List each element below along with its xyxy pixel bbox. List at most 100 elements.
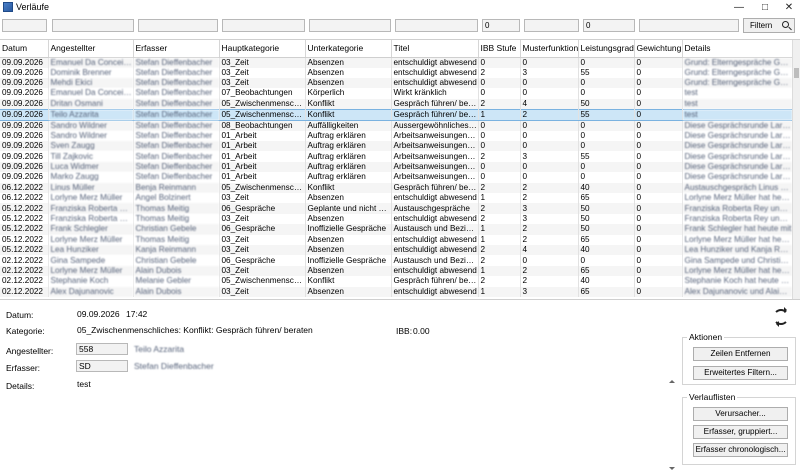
filter-button[interactable]: Filtern (743, 18, 795, 33)
table-cell: Teilo Azzarita (48, 108, 134, 121)
filter-hauptkategorie[interactable] (222, 19, 305, 32)
table-row[interactable]: 05.12.2022 Lea Hunziker Kanja Reinmann 03_Z… (0, 244, 793, 256)
table-cell: Thomas Meitig (133, 213, 220, 225)
table-cell: 0 (634, 130, 683, 142)
history-table: Datum Angestellter Erfasser Hauptkategorie U… (0, 40, 793, 297)
filter-datum[interactable] (2, 19, 47, 32)
filter-titel[interactable] (395, 19, 478, 32)
table-cell: test (682, 88, 793, 99)
table-row[interactable]: 09.09.2026 Till Zajkovic Stefan Dieffenbac… (0, 151, 793, 162)
table-row[interactable]: 09.09.2026 Luca Widmer Stefan Dieffenbache… (0, 161, 793, 173)
column-header[interactable]: Titel (391, 40, 479, 58)
column-header[interactable]: IBB Stufe (478, 40, 521, 58)
table-row[interactable]: 09.09.2026 Sven Zaugg Stefan Dieffenbacher… (0, 141, 793, 152)
table-row[interactable]: 05.12.2022 Frank Schlegler Christian Gebel… (0, 224, 793, 235)
column-header[interactable]: Hauptkategorie (219, 40, 306, 58)
table-cell: 0 (634, 224, 683, 235)
table-row[interactable]: 09.09.2026 Mehdi Ekici Stefan Dieffenbache… (0, 77, 793, 89)
table-cell: 40 (578, 244, 635, 256)
details-scrollbar[interactable] (668, 377, 675, 473)
filter-leistungsgrad[interactable]: 0 (583, 19, 635, 32)
table-cell: 03_Zeit (219, 57, 306, 68)
table-cell: 0 (520, 130, 579, 142)
table-cell: test (682, 108, 793, 121)
table-cell: test (682, 98, 793, 110)
details-value[interactable]: test (77, 379, 91, 389)
table-row[interactable]: 06.12.2022 Linus Müller Benja Reinmann 05_Z… (0, 182, 793, 194)
table-cell: 06_Gespräche (219, 255, 306, 266)
scrollbar-thumb[interactable] (794, 68, 799, 78)
table-cell: Grund: Elterngespräche Gemeinsame (682, 67, 793, 78)
filter-musterfunktion[interactable] (524, 19, 579, 32)
table-cell: Stefan Dieffenbacher (133, 130, 220, 142)
column-header[interactable]: Datum (0, 40, 49, 58)
table-cell: 2 (478, 276, 521, 287)
angestellter-id-field[interactable]: 558 (76, 343, 128, 355)
column-header[interactable]: Gewichtung (634, 40, 683, 58)
erfasser-chrono-button[interactable]: Erfasser chronologisch... (693, 443, 788, 457)
table-row[interactable]: 09.09.2026 Dominik Brenner Stefan Dieffenb… (0, 67, 793, 78)
verursacher-button[interactable]: Verursacher... (693, 407, 788, 421)
filter-gewichtung[interactable] (639, 19, 739, 32)
table-cell: 0 (634, 161, 683, 173)
close-icon[interactable]: ✕ (778, 0, 800, 15)
column-header[interactable]: Details (682, 40, 793, 58)
table-cell: 09.09.2026 (0, 120, 49, 131)
filter-angestellter[interactable] (52, 19, 134, 32)
delete-rows-button[interactable]: Zeilen Entfernen (693, 347, 788, 361)
maximize-icon[interactable]: □ (754, 0, 776, 15)
table-cell: 0 (578, 172, 635, 183)
table-cell: 03_Zeit (219, 77, 306, 89)
filter-erfasser[interactable] (138, 19, 218, 32)
column-header[interactable]: Angestellter (48, 40, 134, 58)
erfasser-id-field[interactable]: SD (76, 360, 128, 372)
filter-ibb-stufe[interactable]: 0 (482, 19, 520, 32)
history-grid[interactable]: Datum Angestellter Erfasser Hauptkategorie U… (0, 39, 800, 300)
datum-value: 09.09.2026 (77, 309, 120, 319)
table-row[interactable]: 09.09.2026Emanuel Da Conceição Lo…Stefan… (0, 57, 793, 68)
table-row[interactable]: 09.09.2026Emanuel Da Conceição Lo…Stefan… (0, 88, 793, 99)
table-row[interactable]: 06.12.2022 Lorlyne Merz Müller Angel Bolzi… (0, 193, 793, 204)
table-cell: 0 (634, 67, 683, 78)
column-header[interactable]: Unterkategorie (305, 40, 392, 58)
minimize-icon[interactable]: — (728, 0, 750, 15)
extended-filter-button[interactable]: Erweitertes Filtern... (693, 366, 788, 380)
table-cell: Lorlyne Merz Müller (48, 234, 134, 245)
table-row[interactable]: 02.12.2022 Gina Sampede Christian Gebele 06… (0, 255, 793, 266)
column-header[interactable]: Leistungsgrad (578, 40, 635, 58)
table-cell: Alain Dubois (133, 265, 220, 277)
table-row[interactable]: 09.09.2026 Dritan Osmani Stefan Dieffenbac… (0, 98, 793, 110)
table-row[interactable]: 02.12.2022 Lorlyne Merz Müller Alain Duboi… (0, 265, 793, 277)
column-header[interactable]: Erfasser (133, 40, 220, 58)
table-row[interactable]: 02.12.2022 Alex Dajunanovic Alain Dubois 03… (0, 286, 793, 297)
table-cell: 0 (578, 130, 635, 142)
table-row[interactable]: 05.12.2022Franziska Roberta Rey…Thomas M… (0, 213, 793, 225)
table-row[interactable]: 09.09.2026 Sandro Wildner Stefan Dieffenba… (0, 130, 793, 142)
grid-vertical-scrollbar[interactable] (792, 40, 800, 299)
table-cell: 0 (578, 255, 635, 266)
scroll-up-icon[interactable] (669, 377, 675, 383)
table-cell: 0 (478, 88, 521, 99)
table-row[interactable]: 05.12.2022 Lorlyne Merz Müller Thomas Meit… (0, 234, 793, 245)
table-cell: 40 (578, 182, 635, 194)
scroll-down-icon[interactable] (669, 467, 675, 473)
table-row[interactable]: 09.09.2026 Teilo Azzarita Stefan Dieffenba… (0, 108, 793, 121)
table-cell: entschuldigt abwesend (391, 244, 479, 256)
table-row[interactable]: 09.09.2026 Sandro Wildner Stefan Dieffenba… (0, 120, 793, 131)
table-cell: Absenzen (305, 265, 392, 277)
table-row[interactable]: 09.09.2026 Marko Zaugg Stefan Dieffenbache… (0, 172, 793, 183)
table-cell: Emanuel Da Conceição Lo… (48, 88, 134, 99)
table-cell: Christian Gebele (133, 224, 220, 235)
table-cell: 0 (634, 244, 683, 256)
table-cell: Lorlyne Merz Müller hat heute (682, 193, 793, 204)
filter-unterkategorie[interactable] (309, 19, 391, 32)
table-row[interactable]: 02.12.2022 Stephanie Koch Melanie Gebler 05… (0, 276, 793, 287)
table-cell: Stephanie Koch (48, 276, 134, 287)
table-cell: 0 (578, 88, 635, 99)
table-cell: entschuldigt abwesend (391, 77, 479, 89)
erfasser-grouped-button[interactable]: Erfasser, gruppiert... (693, 425, 788, 439)
refresh-icon[interactable] (773, 307, 789, 327)
table-row[interactable]: 05.12.2022Franziska Roberta Rey…Thomas M… (0, 203, 793, 214)
column-header[interactable]: Musterfunktion (520, 40, 579, 58)
table-cell: Gespräch führen/ berat… (391, 108, 479, 121)
